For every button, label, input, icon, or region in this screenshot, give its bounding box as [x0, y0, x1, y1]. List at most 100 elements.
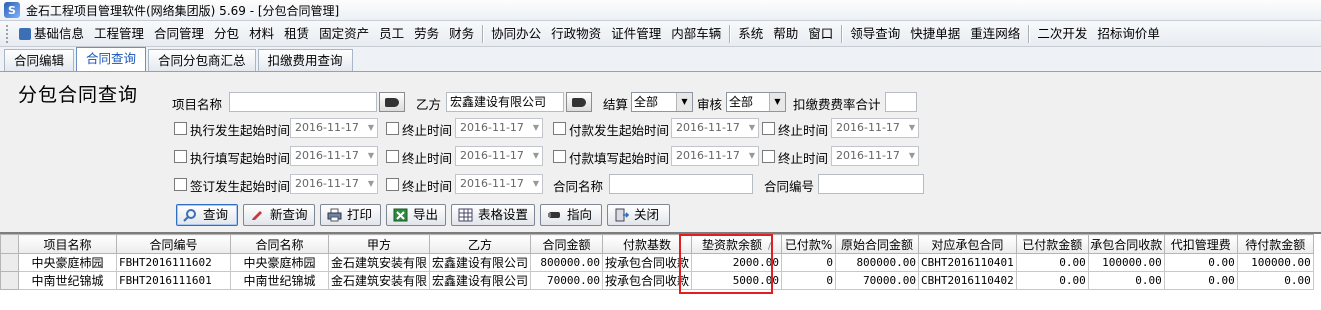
- exec-fill-end-date[interactable]: 2016-11-17 ▼: [455, 146, 543, 166]
- menu-collab-office[interactable]: 协同办公: [486, 23, 546, 45]
- menu-certificates[interactable]: 证件管理: [606, 23, 666, 45]
- pay-fill-start-date[interactable]: 2016-11-17 ▼: [671, 146, 759, 166]
- audit-select[interactable]: 全部 ▼: [726, 92, 786, 112]
- exec-start-date[interactable]: 2016-11-17 ▼: [290, 118, 378, 138]
- tab-subcontractor-summary[interactable]: 合同分包商汇总: [148, 49, 256, 71]
- cell[interactable]: 0.00: [1015, 271, 1089, 290]
- menu-system[interactable]: 系统: [733, 23, 768, 45]
- pay-end-checkbox[interactable]: [762, 122, 775, 135]
- cell[interactable]: 100000.00: [1087, 253, 1165, 272]
- sign-end-checkbox[interactable]: [386, 178, 399, 191]
- cell[interactable]: 5000.00: [691, 271, 783, 290]
- column-header[interactable]: 原始合同金额: [835, 234, 920, 254]
- point-to-button[interactable]: 指向: [540, 204, 602, 226]
- row-header[interactable]: [0, 253, 19, 272]
- pay-end-date[interactable]: 2016-11-17 ▼: [831, 118, 919, 138]
- party-b-input[interactable]: 宏鑫建设有限公司: [446, 92, 564, 112]
- cell[interactable]: 金石建筑安装有限: [327, 271, 431, 290]
- cell[interactable]: 0.00: [1087, 271, 1165, 290]
- column-header[interactable]: 项目名称: [18, 234, 117, 254]
- cell[interactable]: 2000.00: [691, 253, 783, 272]
- contract-no-input[interactable]: [818, 174, 924, 194]
- menu-vehicles[interactable]: 内部车辆: [666, 23, 726, 45]
- pay-fill-end-date[interactable]: 2016-11-17 ▼: [831, 146, 919, 166]
- cell[interactable]: 800000.00: [835, 253, 920, 272]
- column-header[interactable]: 甲方: [327, 234, 431, 254]
- column-header[interactable]: 合同金额: [530, 234, 604, 254]
- new-query-button[interactable]: 新查询: [243, 204, 315, 226]
- menu-basic-info[interactable]: 基础信息: [14, 23, 89, 45]
- menu-tender[interactable]: 招标询价单: [1092, 23, 1165, 45]
- pay-fill-checkbox[interactable]: [553, 150, 566, 163]
- menu-quick-docs[interactable]: 快捷单据: [905, 23, 965, 45]
- column-header[interactable]: 待付款金额: [1236, 234, 1314, 254]
- table-row[interactable]: 中南世纪锦城 FBHT2016111601 中南世纪锦城 金石建筑安装有限 宏鑫…: [0, 271, 1314, 290]
- menu-project-mgmt[interactable]: 工程管理: [89, 23, 149, 45]
- menu-leader-query[interactable]: 领导查询: [845, 23, 905, 45]
- menu-fixed-assets[interactable]: 固定资产: [314, 23, 374, 45]
- contract-name-input[interactable]: [609, 174, 753, 194]
- column-header[interactable]: 已付款%: [781, 234, 837, 254]
- cell[interactable]: 70000.00: [835, 271, 920, 290]
- cell[interactable]: 中南世纪锦城: [18, 271, 117, 290]
- toolbar-grip[interactable]: [6, 24, 10, 43]
- cell[interactable]: 按承包合同收款: [602, 271, 693, 290]
- menu-finance[interactable]: 财务: [444, 23, 479, 45]
- cell[interactable]: 金石建筑安装有限: [327, 253, 431, 272]
- exec-fill-start-date[interactable]: 2016-11-17 ▼: [290, 146, 378, 166]
- menu-window[interactable]: 窗口: [803, 23, 838, 45]
- cell[interactable]: 0.00: [1163, 253, 1238, 272]
- column-header[interactable]: 对应承包合同: [918, 234, 1017, 254]
- tab-deduction-query[interactable]: 扣缴费用查询: [257, 49, 353, 71]
- cell[interactable]: 宏鑫建设有限公司: [429, 253, 532, 272]
- cell[interactable]: CBHT2016110402: [918, 271, 1017, 290]
- cell[interactable]: 中央豪庭柿园: [18, 253, 117, 272]
- column-header[interactable]: 乙方: [429, 234, 532, 254]
- column-header-advance-balance[interactable]: 垫资款余额 /: [691, 234, 783, 254]
- column-header[interactable]: 合同编号: [116, 234, 231, 254]
- cell[interactable]: 0: [781, 271, 837, 290]
- cell[interactable]: 中央豪庭柿园: [230, 253, 329, 272]
- sign-end-date[interactable]: 2016-11-17 ▼: [455, 174, 543, 194]
- pay-date-checkbox[interactable]: [553, 122, 566, 135]
- menu-lease[interactable]: 租赁: [279, 23, 314, 45]
- tab-contract-edit[interactable]: 合同编辑: [4, 49, 75, 71]
- menu-contract-mgmt[interactable]: 合同管理: [149, 23, 209, 45]
- sign-start-date[interactable]: 2016-11-17 ▼: [290, 174, 378, 194]
- cell[interactable]: 70000.00: [530, 271, 604, 290]
- deduct-rate-input[interactable]: [885, 92, 917, 112]
- menu-material[interactable]: 材料: [244, 23, 279, 45]
- query-button[interactable]: 查询: [176, 204, 238, 226]
- menu-reconnect[interactable]: 重连网络: [965, 23, 1025, 45]
- exec-end-date[interactable]: 2016-11-17 ▼: [455, 118, 543, 138]
- cell[interactable]: CBHT2016110401: [918, 253, 1017, 272]
- party-b-picker-button[interactable]: [566, 92, 592, 112]
- table-settings-button[interactable]: 表格设置: [451, 204, 535, 226]
- pay-start-date[interactable]: 2016-11-17 ▼: [671, 118, 759, 138]
- menu-admin-supplies[interactable]: 行政物资: [546, 23, 606, 45]
- cell[interactable]: 按承包合同收款: [602, 253, 693, 272]
- project-name-input[interactable]: [229, 92, 377, 112]
- column-header[interactable]: 代扣管理费: [1163, 234, 1238, 254]
- menu-help[interactable]: 帮助: [768, 23, 803, 45]
- close-button[interactable]: 关闭: [607, 204, 670, 226]
- cell[interactable]: FBHT2016111602: [116, 253, 231, 272]
- cell[interactable]: 100000.00: [1236, 253, 1314, 272]
- print-button[interactable]: 打印: [320, 204, 381, 226]
- menu-labor[interactable]: 劳务: [409, 23, 444, 45]
- exec-fill-checkbox[interactable]: [174, 150, 187, 163]
- column-header[interactable]: 合同名称: [230, 234, 329, 254]
- cell[interactable]: 0.00: [1163, 271, 1238, 290]
- menu-staff[interactable]: 员工: [374, 23, 409, 45]
- cell[interactable]: 0: [781, 253, 837, 272]
- settle-select[interactable]: 全部 ▼: [631, 92, 693, 112]
- sign-date-checkbox[interactable]: [174, 178, 187, 191]
- exec-date-checkbox[interactable]: [174, 122, 187, 135]
- pay-fill-end-checkbox[interactable]: [762, 150, 775, 163]
- cell[interactable]: 中南世纪锦城: [230, 271, 329, 290]
- cell[interactable]: FBHT2016111601: [116, 271, 231, 290]
- export-button[interactable]: 导出: [386, 204, 446, 226]
- cell[interactable]: 0.00: [1015, 253, 1089, 272]
- cell[interactable]: 800000.00: [530, 253, 604, 272]
- menu-subcontract[interactable]: 分包: [209, 23, 244, 45]
